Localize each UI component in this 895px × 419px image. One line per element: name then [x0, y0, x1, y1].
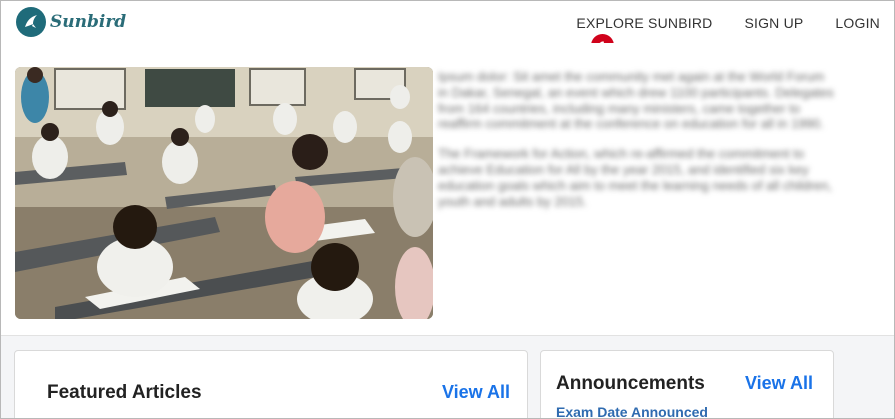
nav-sign-up[interactable]: SIGN UP — [744, 15, 803, 31]
brand-name: Sunbird — [50, 12, 127, 32]
announcement-item-link[interactable]: Exam Date Announced — [556, 404, 708, 418]
main-nav: EXPLORE SUNBIRD SIGN UP LOGIN — [544, 15, 880, 31]
featured-articles-title: Featured Articles — [47, 382, 202, 403]
browser-frame: Sunbird EXPLORE SUNBIRD SIGN UP LOGIN 1 — [0, 0, 895, 419]
hero-description: Ipsum dolor: Sit amet the community met … — [438, 69, 838, 223]
announcements-view-all-link[interactable]: View All — [745, 373, 813, 394]
nav-login[interactable]: LOGIN — [835, 15, 880, 31]
announcements-card: Announcements View All Exam Date Announc… — [540, 350, 834, 418]
hero-image — [15, 67, 433, 319]
top-navbar: Sunbird EXPLORE SUNBIRD SIGN UP LOGIN — [1, 1, 894, 43]
nav-explore-sunbird[interactable]: EXPLORE SUNBIRD — [576, 15, 712, 31]
sunbird-logo[interactable]: Sunbird — [16, 7, 126, 37]
hero-paragraph: Ipsum dolor: Sit amet the community met … — [438, 69, 834, 132]
featured-view-all-link[interactable]: View All — [442, 382, 510, 403]
hero-paragraph: The Framework for Action, which re-affir… — [438, 146, 832, 209]
announcements-title: Announcements — [556, 373, 705, 394]
featured-articles-card: Featured Articles View All — [14, 350, 528, 418]
bird-icon — [16, 7, 46, 37]
